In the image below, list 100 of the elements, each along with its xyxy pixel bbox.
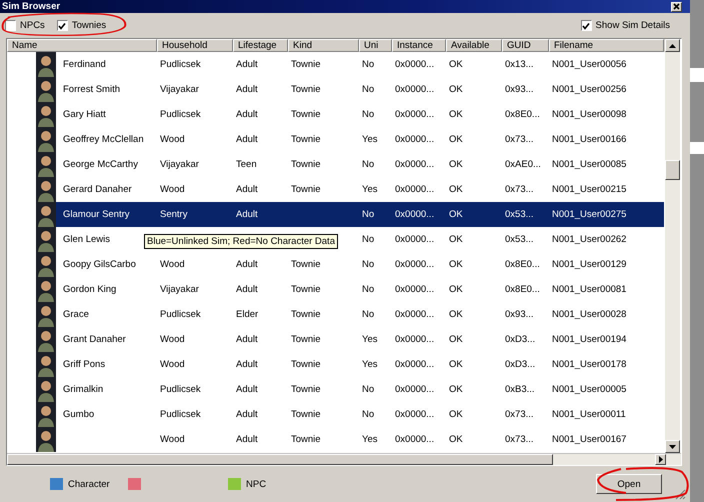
instance-cell: 0x0000...	[395, 159, 434, 170]
lifestage-cell: Adult	[236, 184, 258, 195]
filename-cell: N001_User00178	[552, 359, 626, 370]
table-row[interactable]: Grace Pudlicsek Elder Townie No 0x0000... OK 0x93... N001_User00028	[36, 302, 664, 327]
uni-cell: No	[362, 159, 374, 170]
kind-cell: Townie	[291, 334, 321, 345]
guid-cell: 0x73...	[505, 184, 534, 195]
avatar-icon	[36, 377, 56, 402]
household-cell: Wood	[160, 184, 185, 195]
column-header[interactable]: Lifestage	[233, 39, 288, 52]
instance-cell: 0x0000...	[395, 334, 434, 345]
avatar-icon	[36, 177, 56, 202]
household-cell: Wood	[160, 359, 185, 370]
column-header[interactable]: Household	[157, 39, 233, 52]
filter-checkbox[interactable]: NPCs	[5, 20, 45, 31]
avatar-icon	[36, 427, 56, 452]
checkmark-icon	[582, 22, 590, 30]
uni-cell: No	[362, 284, 374, 295]
household-cell: Sentry	[160, 209, 188, 220]
table-row[interactable]: Griff Pons Wood Adult Townie Yes 0x0000... OK 0xD3... N001_User00178	[36, 352, 664, 377]
resize-grip-icon[interactable]	[674, 488, 686, 500]
lifestage-cell: Adult	[236, 409, 258, 420]
legend-label: Character	[68, 478, 110, 490]
lifestage-cell: Teen	[236, 159, 257, 170]
lifestage-cell: Adult	[236, 434, 258, 445]
filter-checkbox[interactable]: Townies	[56, 20, 106, 31]
kind-cell: Townie	[291, 84, 321, 95]
guid-cell: 0x13...	[505, 59, 534, 70]
filename-cell: N001_User00256	[552, 84, 626, 95]
column-header[interactable]: Kind	[288, 39, 359, 52]
down-arrow-icon	[669, 444, 676, 448]
table-row[interactable]: George McCarthy Vijayakar Teen Townie No 0x0000... OK 0xAE0... N001_User00085	[36, 152, 664, 177]
uni-cell: No	[362, 409, 374, 420]
uni-cell: Yes	[362, 184, 378, 195]
sim-name: Gerard Danaher	[63, 184, 132, 195]
table-row[interactable]: Glamour Sentry Sentry Adult No 0x0000... OK 0x53... N001_User00275	[36, 202, 664, 227]
guid-cell: 0xD3...	[505, 334, 536, 345]
column-header[interactable]: Uni	[359, 39, 392, 52]
lifestage-cell: Adult	[236, 384, 258, 395]
horizontal-scrollbar[interactable]	[7, 453, 681, 465]
lifestage-cell: Elder	[236, 309, 258, 320]
avatar-icon	[36, 52, 56, 77]
sim-name: Geoffrey McClellan	[63, 134, 144, 145]
uni-cell: Yes	[362, 134, 378, 145]
sim-name: Glamour Sentry	[63, 209, 130, 220]
household-cell: Pudlicsek	[160, 384, 201, 395]
table-row[interactable]: Gerard Danaher Wood Adult Townie Yes 0x0000... OK 0x73... N001_User00215	[36, 177, 664, 202]
table-row[interactable]: Gary Hiatt Pudlicsek Adult Townie No 0x0000... OK 0x8E0... N001_User00098	[36, 102, 664, 127]
available-cell: OK	[449, 359, 463, 370]
column-header[interactable]: Available	[446, 39, 502, 52]
table-row[interactable]: Goopy GilsCarbo Wood Adult Townie No 0x0000... OK 0x8E0... N001_User00129	[36, 252, 664, 277]
guid-cell: 0x8E0...	[505, 284, 540, 295]
sim-name: Grimalkin	[63, 384, 104, 395]
instance-cell: 0x0000...	[395, 259, 434, 270]
avatar-icon	[36, 152, 56, 177]
close-button[interactable]	[671, 2, 682, 12]
sim-name: Goopy GilsCarbo	[63, 259, 136, 270]
column-header[interactable]: GUID	[502, 39, 549, 52]
sim-name: Ferdinand	[63, 59, 106, 70]
instance-cell: 0x0000...	[395, 59, 434, 70]
uni-cell: No	[362, 84, 374, 95]
avatar-icon	[36, 77, 56, 102]
table-row[interactable]: Geoffrey McClellan Wood Adult Townie Yes 0x0000... OK 0x73... N001_User00166	[36, 127, 664, 152]
up-arrow-icon	[669, 44, 676, 48]
table-row[interactable]: Gumbo Pudlicsek Adult Townie No 0x0000... OK 0x73... N001_User00011	[36, 402, 664, 427]
sim-name: Griff Pons	[63, 359, 106, 370]
uni-cell: Yes	[362, 434, 378, 445]
uni-cell: No	[362, 309, 374, 320]
table-row[interactable]: Wood Adult Townie Yes 0x0000... OK 0x73... N001_User00167	[36, 427, 664, 452]
checkmark-icon	[58, 22, 66, 30]
filename-cell: N001_User00085	[552, 159, 626, 170]
table-row[interactable]: Forrest Smith Vijayakar Adult Townie No 0x0000... OK 0x93... N001_User00256	[36, 77, 664, 102]
column-header[interactable]: Instance	[392, 39, 446, 52]
avatar-icon	[36, 352, 56, 377]
table-row[interactable]: Grant Danaher Wood Adult Townie Yes 0x0000... OK 0xD3... N001_User00194	[36, 327, 664, 352]
table-row[interactable]: Gordon King Vijayakar Adult Townie No 0x0000... OK 0x8E0... N001_User00081	[36, 277, 664, 302]
household-cell: Wood	[160, 134, 185, 145]
lifestage-cell: Adult	[236, 59, 258, 70]
avatar-icon	[36, 102, 56, 127]
column-header[interactable]: Name	[7, 39, 157, 52]
filename-cell: N001_User00215	[552, 184, 626, 195]
vertical-scrollbar[interactable]	[665, 39, 680, 453]
lifestage-cell: Adult	[236, 84, 258, 95]
open-button[interactable]: Open	[596, 474, 662, 494]
available-cell: OK	[449, 409, 463, 420]
show-details-checkbox[interactable]: Show Sim Details	[580, 20, 670, 31]
table-row[interactable]: Ferdinand Pudlicsek Adult Townie No 0x0000... OK 0x13... N001_User00056	[36, 52, 664, 77]
available-cell: OK	[449, 384, 463, 395]
scrollbar-thumb[interactable]	[7, 454, 553, 465]
filename-cell: N001_User00056	[552, 59, 626, 70]
household-cell: Vijayakar	[160, 159, 199, 170]
uni-cell: No	[362, 209, 374, 220]
table-row[interactable]: Glen Lewis Blue=Unlinked Sim; Red=No Character Data No 0x0000... OK 0x53... N001_User00262	[36, 227, 664, 252]
guid-cell: 0x93...	[505, 309, 534, 320]
available-cell: OK	[449, 84, 463, 95]
column-header[interactable]: Filename	[549, 39, 664, 52]
table-row[interactable]: Grimalkin Pudlicsek Adult Townie No 0x0000... OK 0xB3... N001_User00005	[36, 377, 664, 402]
scrollbar-thumb[interactable]	[665, 160, 680, 180]
instance-cell: 0x0000...	[395, 109, 434, 120]
avatar-icon	[36, 127, 56, 152]
